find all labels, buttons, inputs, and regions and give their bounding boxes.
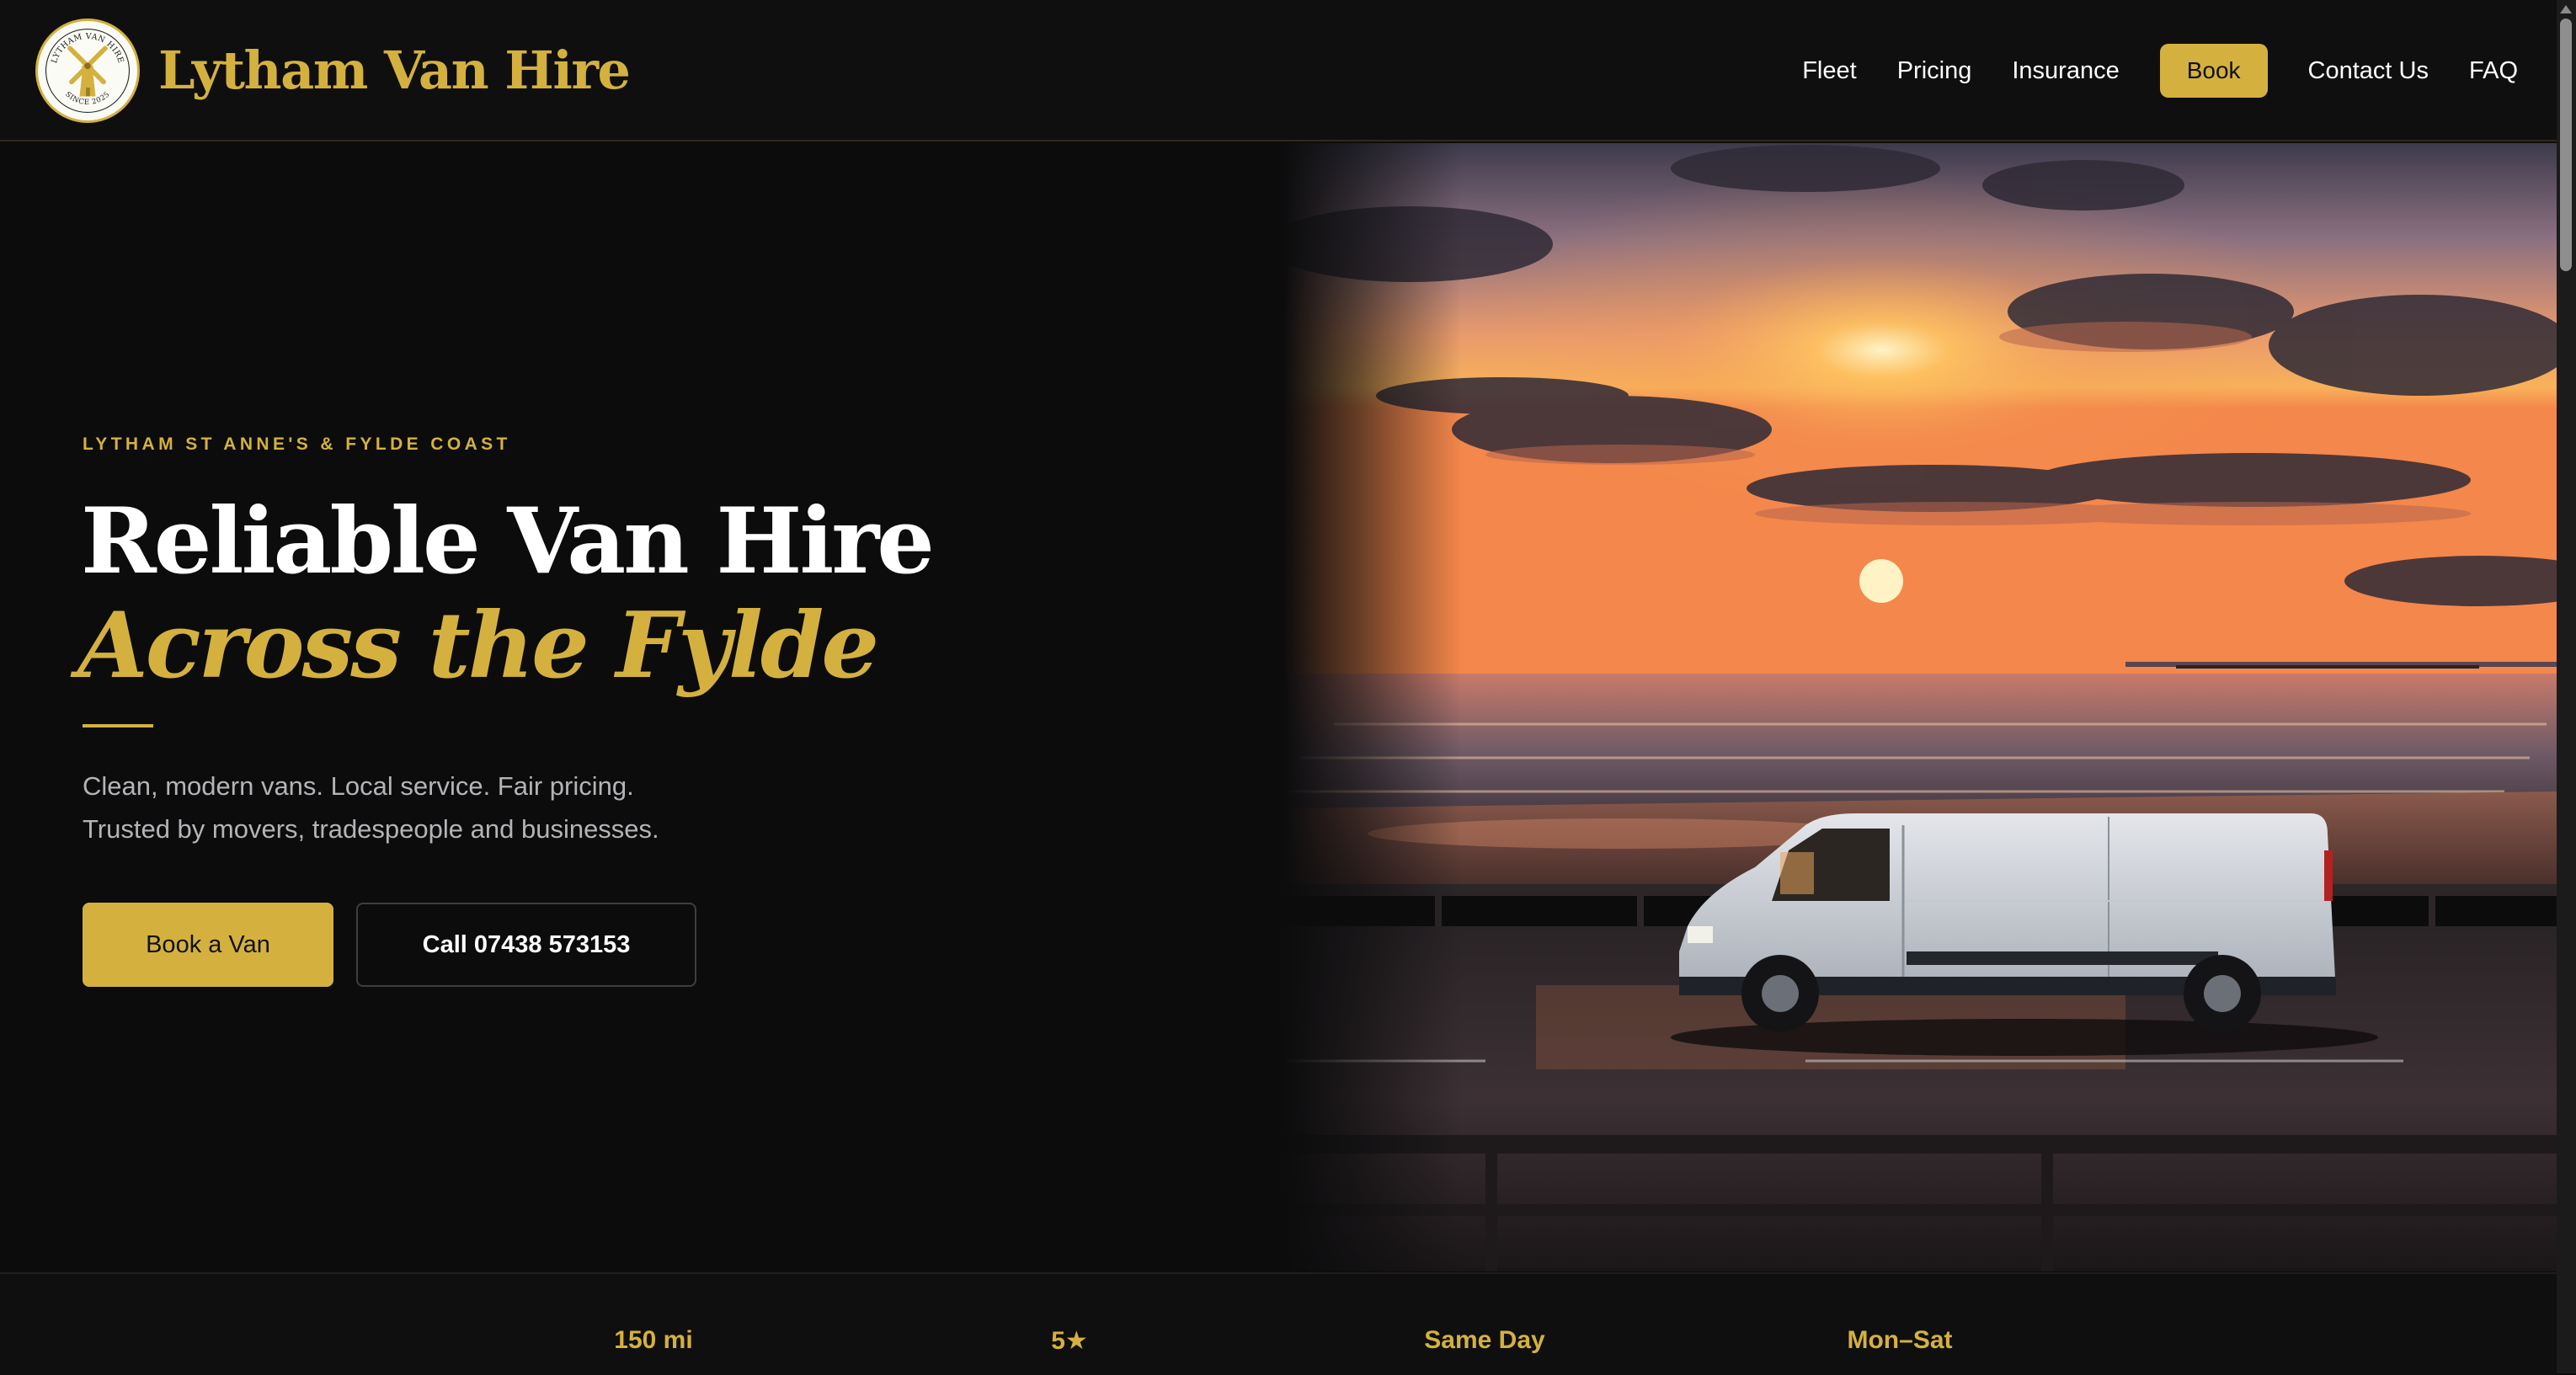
brand-name[interactable]: Lytham Van Hire	[158, 35, 631, 106]
main-nav: Fleet Pricing Insurance Book Contact Us …	[1762, 44, 2518, 98]
headline-divider	[83, 724, 153, 727]
stat-days: Mon–Sat	[1847, 1326, 1953, 1354]
nav-pricing-link[interactable]: Pricing	[1897, 57, 1972, 85]
stats-strip: 150 mi 5★ Same Day Mon–Sat	[0, 1272, 2557, 1375]
badge-top-text: LYTHAM VAN HIRE	[50, 32, 125, 65]
hero-subtitle-line-1: Clean, modern vans. Local service. Fair …	[83, 771, 634, 801]
scrollbar-thumb[interactable]	[2560, 19, 2572, 271]
svg-text:LYTHAM VAN HIRE: LYTHAM VAN HIRE	[50, 32, 125, 65]
site-header: LYTHAM VAN HIRE SINCE 2025 Lytham Van Hi…	[0, 0, 2557, 141]
call-phone-button[interactable]: Call 07438 573153	[356, 903, 696, 987]
hero-headline-accent: Across the Fylde	[77, 593, 879, 699]
book-a-van-button[interactable]: Book a Van	[83, 903, 333, 987]
nav-book-button[interactable]: Book	[2159, 44, 2268, 98]
hero-headline: Reliable Van Hire	[81, 488, 935, 594]
hero-sunset-van-image	[1283, 143, 2557, 1271]
nav-contact-link[interactable]: Contact Us	[2308, 57, 2429, 85]
scroll-up-arrow-icon[interactable]	[2560, 5, 2572, 13]
stat-same-day: Same Day	[1424, 1326, 1545, 1354]
hero-subtitle-line-2: Trusted by movers, tradespeople and busi…	[83, 814, 659, 844]
hero-subtitle: Clean, modern vans. Local service. Fair …	[83, 765, 840, 850]
nav-fleet-link[interactable]: Fleet	[1802, 57, 1856, 85]
nav-faq-link[interactable]: FAQ	[2469, 57, 2518, 85]
windmill-logo-icon[interactable]: LYTHAM VAN HIRE SINCE 2025	[35, 19, 140, 123]
hero-eyebrow: LYTHAM ST ANNE'S & FYLDE COAST	[83, 434, 511, 454]
nav-insurance-link[interactable]: Insurance	[2012, 57, 2119, 85]
stat-range: 150 mi	[614, 1326, 693, 1354]
page-scrollbar[interactable]	[2557, 0, 2576, 1373]
stat-rating: 5★	[1051, 1327, 1088, 1355]
